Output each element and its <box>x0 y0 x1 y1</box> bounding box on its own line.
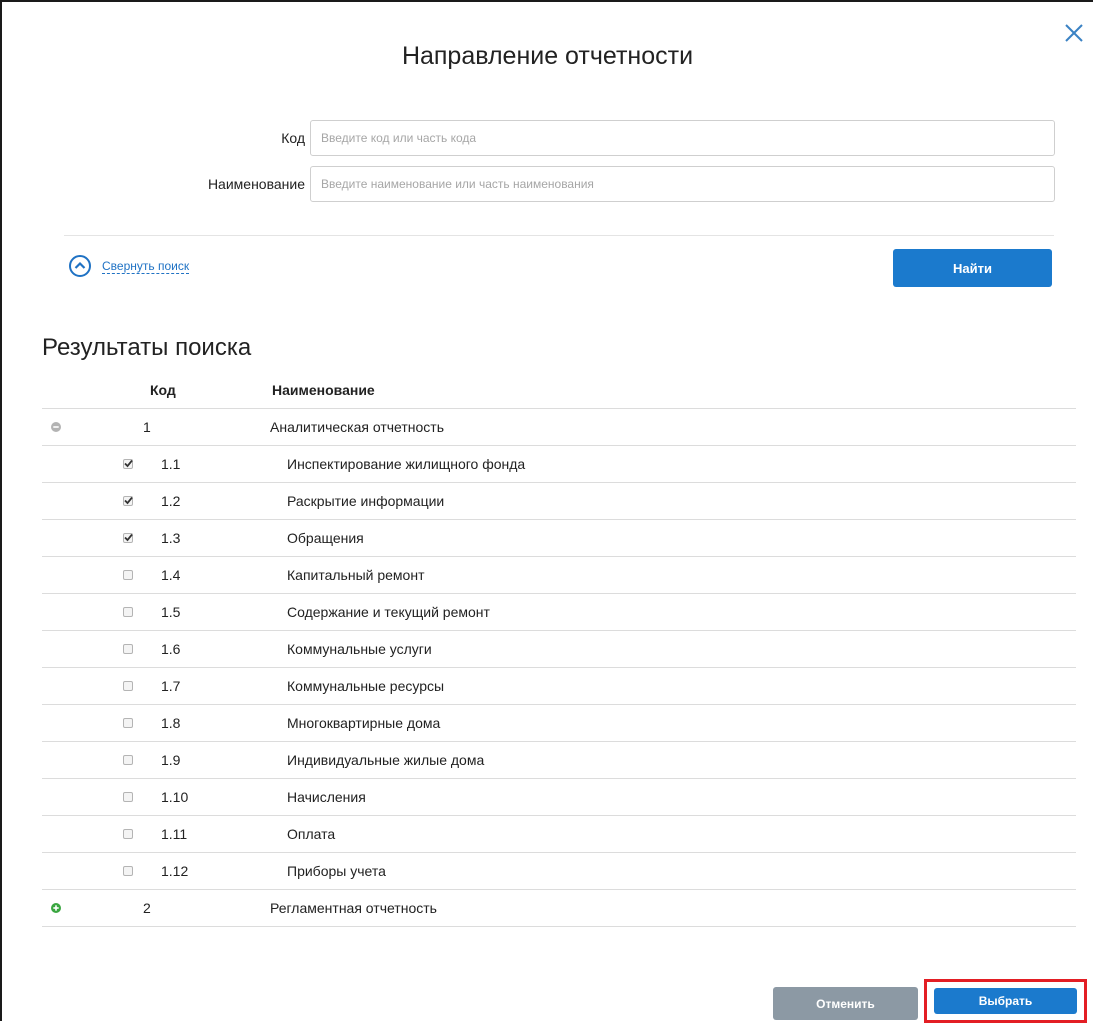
expand-plus-icon[interactable] <box>51 903 61 913</box>
name-input[interactable] <box>310 166 1055 202</box>
collapse-search-label: Свернуть поиск <box>102 258 190 274</box>
row-code: 1.7 <box>161 678 181 694</box>
table-row[interactable]: 1.6 Коммунальные услуги <box>42 631 1076 668</box>
row-name: Коммунальные ресурсы <box>287 678 445 694</box>
row-name: Капитальный ремонт <box>287 567 425 583</box>
row-code: 1.4 <box>161 567 181 583</box>
code-label: Код <box>281 130 305 146</box>
collapse-search-link[interactable]: Свернуть поиск <box>68 254 190 278</box>
row-name: Содержание и текущий ремонт <box>287 604 490 620</box>
row-name: Раскрытие информации <box>287 493 445 509</box>
row-name: Индивидуальные жилые дома <box>287 752 485 768</box>
row-checkbox[interactable] <box>123 866 133 876</box>
row-code: 2 <box>143 900 151 916</box>
row-code: 1 <box>143 419 151 435</box>
results-table: Код Наименование 1 Аналитическая отчетнос… <box>42 372 1076 927</box>
row-name: Начисления <box>287 789 366 805</box>
row-code: 1.5 <box>161 604 181 620</box>
row-checkbox[interactable] <box>123 496 133 506</box>
cancel-button[interactable]: Отменить <box>773 987 918 1020</box>
row-code: 1.10 <box>161 789 189 805</box>
row-checkbox[interactable] <box>123 607 133 617</box>
table-row[interactable]: 1.10 Начисления <box>42 779 1076 816</box>
code-row: Код <box>2 120 1093 160</box>
row-checkbox[interactable] <box>123 681 133 691</box>
column-header-code[interactable]: Код <box>150 382 272 398</box>
table-row[interactable]: 1.12 Приборы учета <box>42 853 1076 890</box>
row-code: 1.9 <box>161 752 181 768</box>
table-row[interactable]: 1.7 Коммунальные ресурсы <box>42 668 1076 705</box>
row-name: Аналитическая отчетность <box>270 419 444 435</box>
row-checkbox[interactable] <box>123 718 133 728</box>
row-name: Обращения <box>287 530 364 546</box>
row-code: 1.6 <box>161 641 181 657</box>
table-row[interactable]: 1.11 Оплата <box>42 816 1076 853</box>
row-code: 1.1 <box>161 456 181 472</box>
row-checkbox[interactable] <box>123 570 133 580</box>
results-title: Результаты поиска <box>42 334 252 361</box>
row-checkbox[interactable] <box>123 533 133 543</box>
column-header-name[interactable]: Наименование <box>272 382 375 398</box>
row-checkbox[interactable] <box>123 459 133 469</box>
table-body: 1 Аналитическая отчетность 1.1 Инспектирова… <box>42 409 1076 927</box>
dialog-title: Направление отчетности <box>401 42 694 70</box>
row-checkbox[interactable] <box>123 829 133 839</box>
checkmark-icon <box>124 496 133 505</box>
row-code: 1.3 <box>161 530 181 546</box>
row-name: Инспектирование жилищного фонда <box>287 456 526 472</box>
row-code: 1.12 <box>161 863 189 879</box>
row-code: 1.2 <box>161 493 181 509</box>
table-row[interactable]: 1.2 Раскрытие информации <box>42 483 1076 520</box>
name-label: Наименование <box>207 176 305 192</box>
table-row[interactable]: 1.1 Инспектирование жилищного фонда <box>42 446 1076 483</box>
code-input[interactable] <box>310 120 1055 156</box>
table-row[interactable]: 1.5 Содержание и текущий ремонт <box>42 594 1076 631</box>
table-row[interactable]: 1.9 Индивидуальные жилые дома <box>42 742 1076 779</box>
table-row-group[interactable]: 1 Аналитическая отчетность <box>42 409 1076 446</box>
row-checkbox[interactable] <box>123 792 133 802</box>
name-row: Наименование <box>2 166 1093 206</box>
dialog: Направление отчетности Код Наименование … <box>0 0 1093 1023</box>
checkmark-icon <box>124 459 133 468</box>
row-name: Коммунальные услуги <box>287 641 432 657</box>
row-checkbox[interactable] <box>123 644 133 654</box>
checkmark-icon <box>124 533 133 542</box>
table-row-group[interactable]: 2 Регламентная отчетность <box>42 890 1076 927</box>
table-row[interactable]: 1.3 Обращения <box>42 520 1076 557</box>
select-button[interactable]: Выбрать <box>934 988 1077 1014</box>
row-name: Регламентная отчетность <box>270 900 437 916</box>
collapse-minus-icon[interactable] <box>51 422 61 432</box>
table-row[interactable]: 1.4 Капитальный ремонт <box>42 557 1076 594</box>
divider <box>64 235 1054 236</box>
row-code: 1.11 <box>161 826 188 842</box>
row-checkbox[interactable] <box>123 755 133 765</box>
row-code: 1.8 <box>161 715 181 731</box>
table-header: Код Наименование <box>42 372 1076 409</box>
select-button-highlight: Выбрать <box>924 979 1087 1023</box>
find-button[interactable]: Найти <box>893 249 1052 287</box>
row-name: Приборы учета <box>287 863 386 879</box>
table-row[interactable]: 1.8 Многоквартирные дома <box>42 705 1076 742</box>
chevron-up-circle-icon <box>69 255 91 277</box>
row-name: Оплата <box>287 826 336 842</box>
row-name: Многоквартирные дома <box>287 715 441 731</box>
